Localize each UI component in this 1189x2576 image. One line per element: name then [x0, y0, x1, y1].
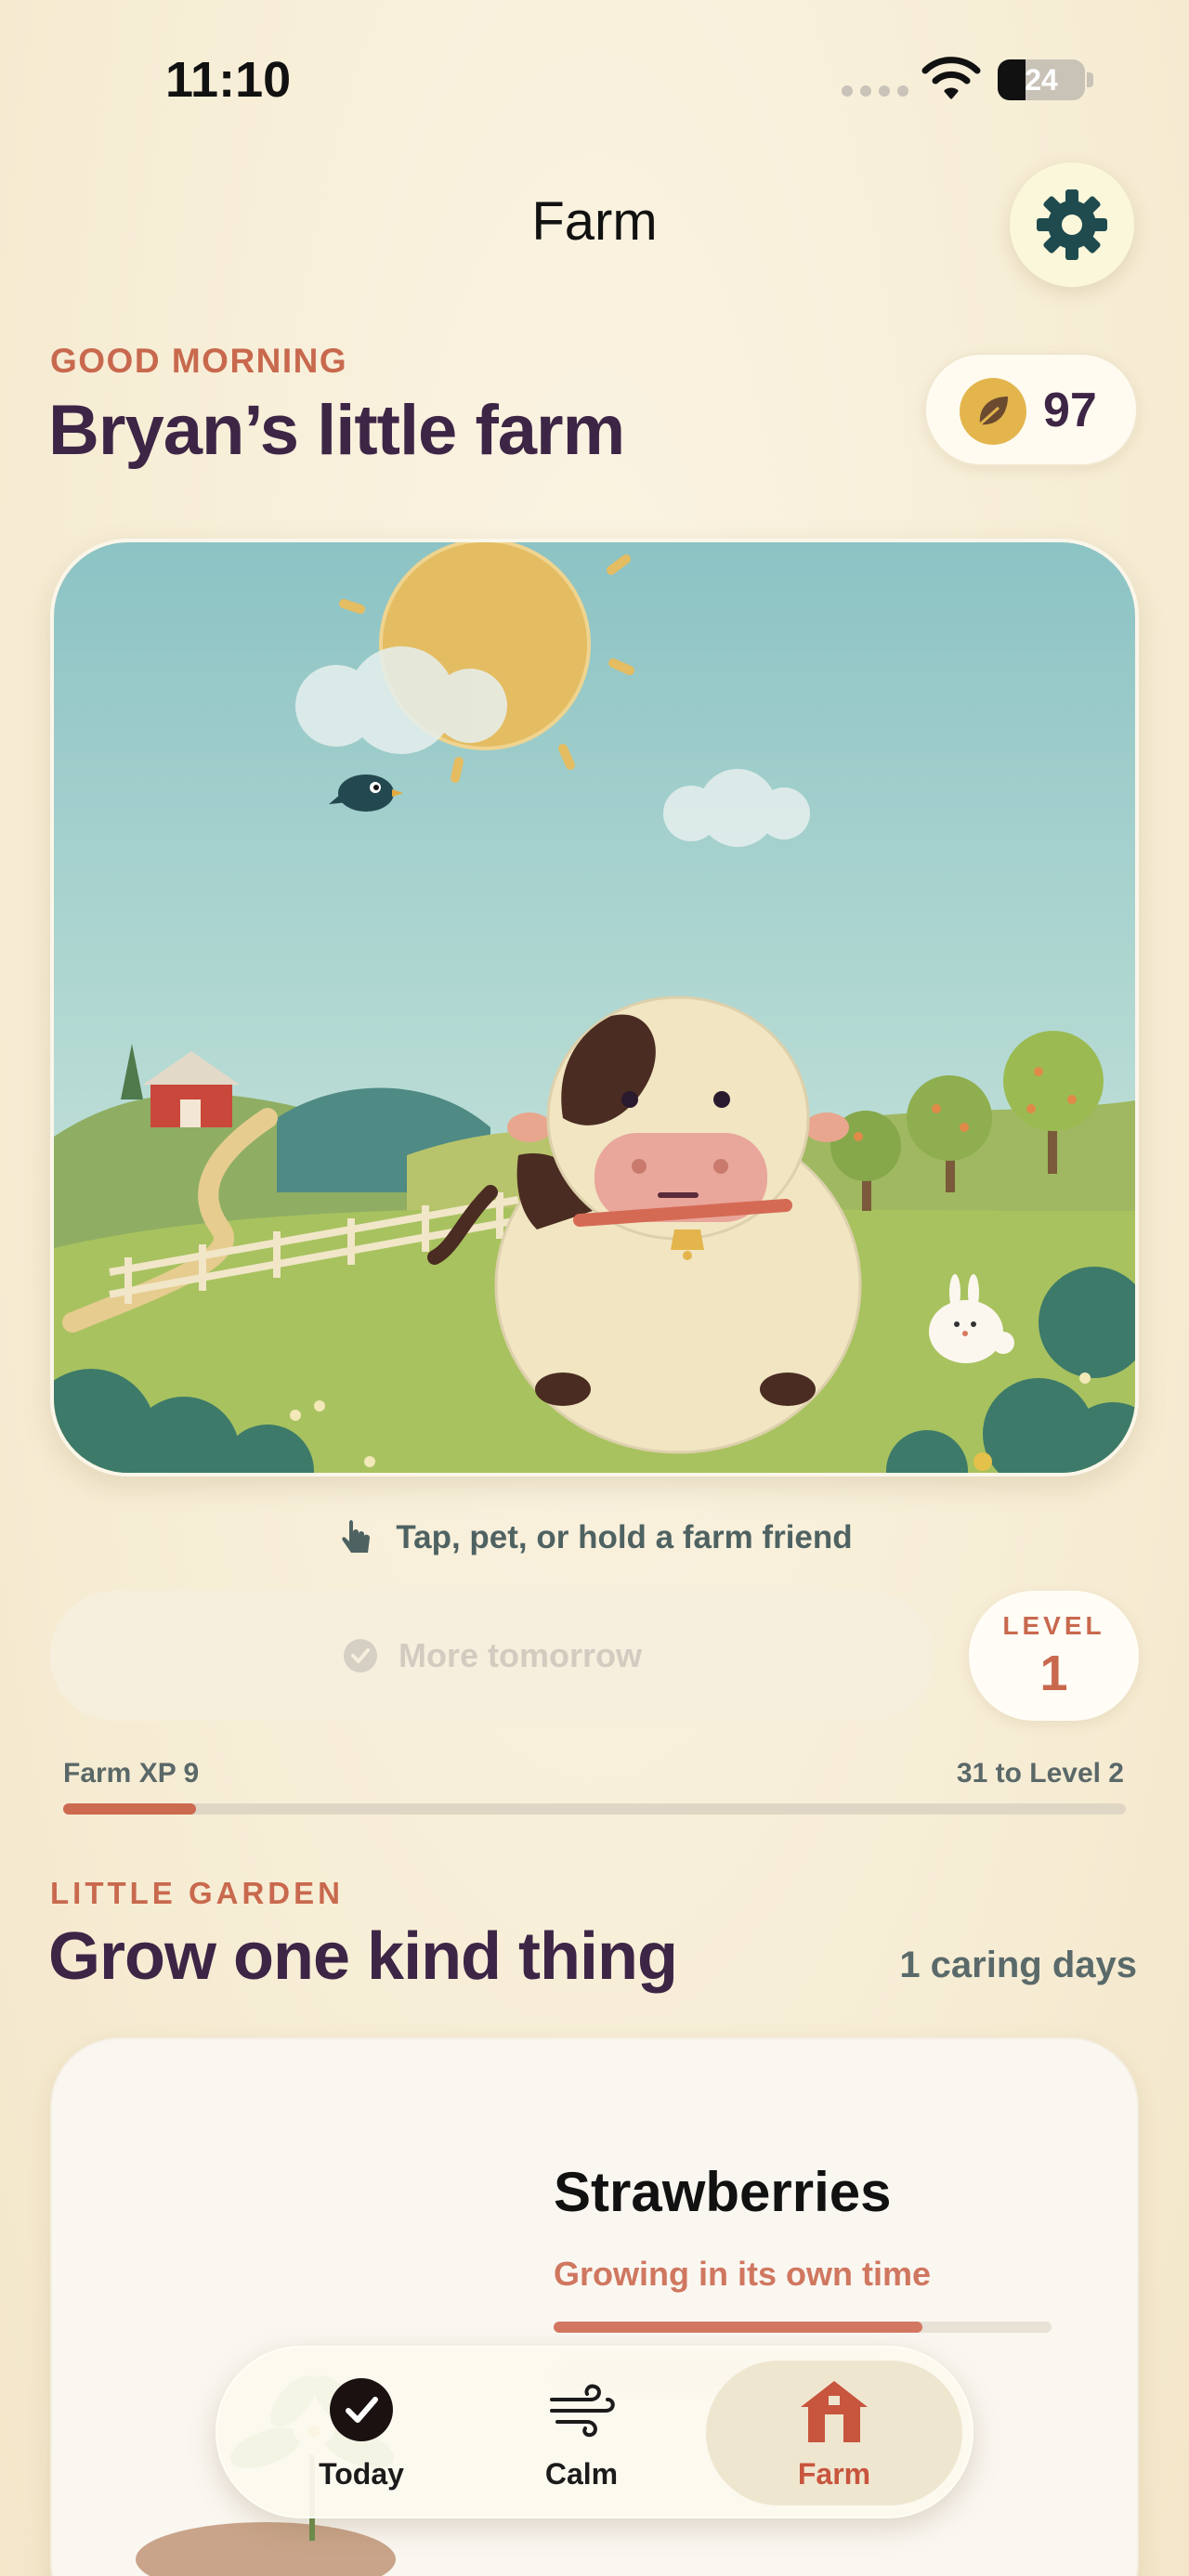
xp-progress-fill	[63, 1803, 196, 1815]
wifi-icon	[921, 57, 981, 99]
hint-text: Tap, pet, or hold a farm friend	[396, 1519, 853, 1555]
caring-days: 1 caring days	[899, 1945, 1137, 1985]
coin-count: 97	[1043, 384, 1097, 437]
barn-icon	[801, 2381, 868, 2442]
cellular-signal-icon	[842, 85, 908, 97]
battery-icon: 24	[998, 59, 1085, 100]
farm-name: Bryan’s little farm	[48, 391, 625, 470]
check-circle-icon	[330, 2378, 393, 2441]
gear-icon	[1037, 189, 1107, 260]
check-circle-icon	[343, 1639, 377, 1672]
section-label: LITTLE GARDEN	[50, 1876, 344, 1910]
more-tomorrow-label: More tomorrow	[398, 1636, 642, 1674]
level-value: 1	[1039, 1646, 1068, 1701]
battery-level: 24	[1025, 63, 1058, 97]
status-time: 11:10	[165, 52, 292, 108]
plant-progress-fill	[554, 2322, 922, 2333]
wind-icon	[550, 2384, 615, 2438]
xp-remaining: 31 to Level 2	[956, 1758, 1124, 1789]
settings-button[interactable]	[1010, 163, 1134, 287]
leaf-coin-icon	[960, 378, 1026, 445]
coin-balance[interactable]: 97	[924, 353, 1138, 466]
tab-calm-label: Calm	[544, 2457, 619, 2491]
xp-progress-bar	[63, 1803, 1126, 1815]
section-title: Grow one kind thing	[48, 1919, 678, 1994]
level-label: LEVEL	[1002, 1611, 1105, 1640]
greeting-label: GOOD MORNING	[50, 342, 348, 380]
tab-farm[interactable]: Farm	[706, 2348, 962, 2520]
hand-tap-icon	[342, 1520, 371, 1553]
plant-status: Growing in its own time	[554, 2255, 932, 2293]
xp-label: Farm XP 9	[63, 1758, 200, 1789]
tab-farm-label: Farm	[797, 2457, 871, 2491]
farm-screen: 11:10 24 Farm GOOD MORNING Bryan’s littl…	[0, 0, 1189, 2576]
tab-today[interactable]: Today	[282, 2348, 440, 2520]
tab-calm[interactable]: Calm	[507, 2348, 656, 2520]
farm-scene[interactable]	[50, 539, 1139, 1477]
more-tomorrow-button[interactable]: More tomorrow	[50, 1591, 934, 1721]
scene-hint: Tap, pet, or hold a farm friend	[0, 1517, 1189, 1558]
level-badge: LEVEL 1	[969, 1591, 1139, 1721]
tab-today-label: Today	[319, 2457, 404, 2491]
plant-progress-bar	[554, 2322, 1052, 2333]
battery-nub	[1087, 72, 1093, 87]
tab-bar: Today Calm Farm	[216, 2346, 973, 2518]
plant-name: Strawberries	[554, 2161, 892, 2223]
